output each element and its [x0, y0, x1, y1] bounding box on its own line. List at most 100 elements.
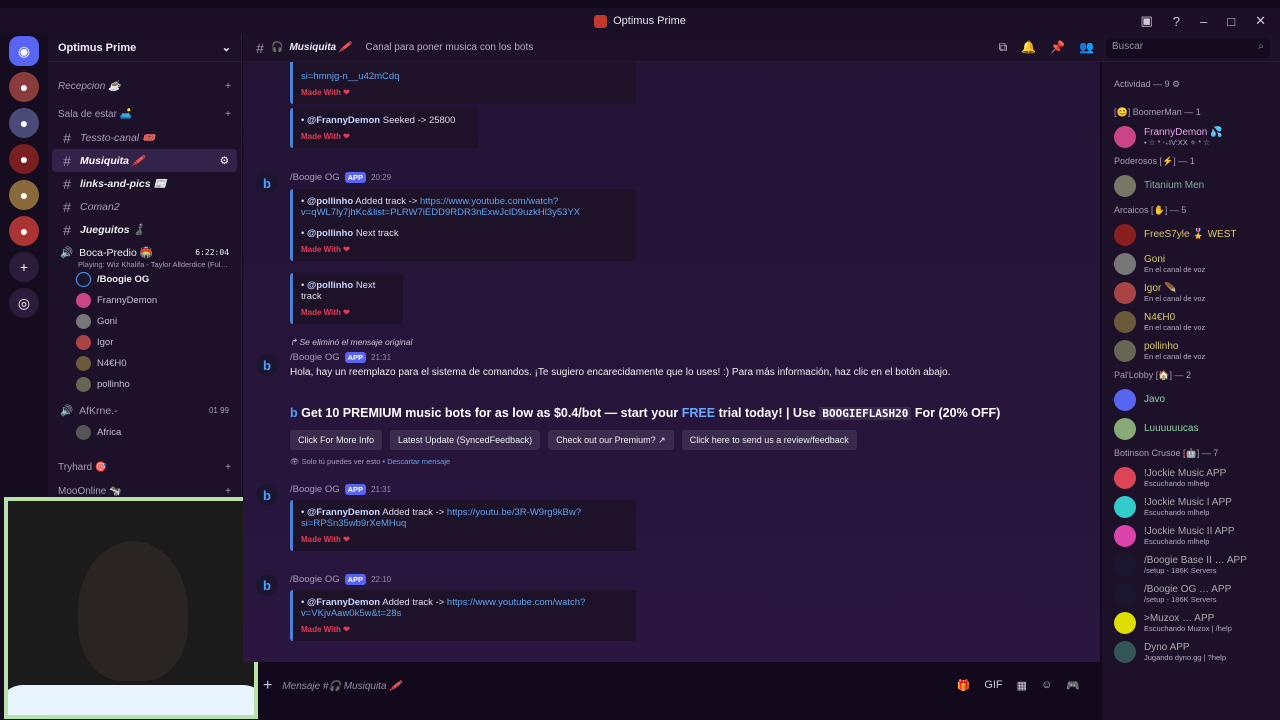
sticker-icon[interactable]: ▦ [1017, 679, 1027, 692]
app-badge: APP [344, 172, 367, 183]
avatar [76, 377, 91, 392]
voice-user[interactable]: pollinho [48, 374, 241, 395]
member-item[interactable]: N4€H0 En el canal de voz [1102, 307, 1280, 336]
member-item[interactable]: Dyno APP Jugando dyno.gg | ?help [1102, 637, 1280, 666]
member-item[interactable]: /Boogie Base II … APP/setup - 186K Serve… [1102, 550, 1280, 579]
category-recepcion[interactable]: Recepcion ☕ + [48, 74, 241, 98]
voice-user[interactable]: FrannyDemon [48, 290, 241, 311]
help-icon[interactable]: ? [1173, 14, 1180, 29]
channel-tessto[interactable]: # Tessto-canal 🎟️ [52, 126, 237, 149]
server-icon-optimus[interactable]: ● [9, 216, 39, 246]
avatar [1114, 125, 1136, 148]
member-item[interactable]: Luuuuuucas [1102, 414, 1280, 443]
inbox-icon[interactable]: ▣ [1140, 13, 1152, 29]
channel-musiquita[interactable]: # Musiquita 🖍️ ⚙ [52, 149, 237, 172]
add-icon[interactable]: + [225, 81, 231, 92]
avatar [1114, 524, 1136, 547]
bot-avatar[interactable]: b [256, 172, 278, 194]
bell-icon[interactable]: 🔔 [1021, 40, 1036, 55]
avatar [1114, 310, 1136, 333]
channel-coman2[interactable]: # Coman2 [52, 195, 237, 218]
gif-icon[interactable]: GIF [984, 679, 1002, 692]
voice-user[interactable]: Igor [48, 332, 241, 353]
hash-icon: # [256, 39, 264, 56]
feedback-button[interactable]: Click here to send us a review/feedback [681, 430, 857, 450]
member-activity-header[interactable]: Actividad — 9 ⚙ [1102, 74, 1280, 94]
bot-avatar[interactable]: b [256, 574, 278, 596]
message-author[interactable]: /Boogie OG APP 21:31 [290, 352, 391, 363]
voice-user[interactable]: Goni [48, 311, 241, 332]
headphones-icon: 🎧 [271, 42, 284, 53]
add-server-icon[interactable]: + [9, 252, 39, 282]
avatar [1114, 388, 1136, 411]
voice-activity: Playing: Wiz Khalifa - Taylor Allderdice… [78, 260, 228, 269]
message-author[interactable]: /Boogie OG APP 22:10 [290, 574, 391, 585]
member-item[interactable]: pollinho En el canal de voz [1102, 336, 1280, 365]
member-item[interactable]: >Muzox … APP Escuchando Muzox | /help [1102, 608, 1280, 637]
embed: • @pollinho Added track -> https://www.y… [290, 189, 636, 261]
channel-jueguitos[interactable]: # Jueguitos ♟️ [52, 218, 237, 241]
voice-user-name: pollinho [97, 379, 130, 390]
message-input[interactable]: Mensaje #🎧 Musiquita 🖍️ [282, 681, 401, 692]
search-input[interactable]: Buscar ⌕ [1106, 38, 1270, 58]
add-icon[interactable]: + [225, 109, 231, 120]
message-composer[interactable]: + Mensaje #🎧 Musiquita 🖍️ 🎁 GIF ▦ ☺ 🎮 [243, 666, 1100, 706]
bot-avatar[interactable]: b [256, 484, 278, 506]
members-icon[interactable]: 👥 [1079, 40, 1094, 55]
embed-link[interactable]: si=hmnjg-n__u42mCdq [301, 71, 628, 82]
server-icon[interactable]: ● [9, 144, 39, 174]
add-icon[interactable]: + [225, 462, 231, 473]
latest-update-button[interactable]: Latest Update (SyncedFeedback) [390, 430, 541, 450]
member-item[interactable]: !Jockie Music APP Escuchando mlhelp [1102, 463, 1280, 492]
webcam-person [78, 541, 188, 681]
member-item[interactable]: Goni En el canal de voz [1102, 249, 1280, 278]
app-badge: APP [344, 574, 367, 585]
channel-links[interactable]: # links-and-pics 📰 [52, 172, 237, 195]
embed: si=hmnjg-n__u42mCdq Made With ❤ [290, 62, 636, 104]
maximize-icon[interactable]: □ [1227, 14, 1235, 29]
message-author[interactable]: /Boogie OG APP 21:31 [290, 484, 391, 495]
gift-icon[interactable]: 🎁 [957, 679, 971, 692]
server-icon[interactable]: ● [9, 72, 39, 102]
bot-avatar[interactable]: b [256, 354, 278, 376]
more-info-button[interactable]: Click For More Info [290, 430, 383, 450]
add-attachment-icon[interactable]: + [263, 677, 272, 695]
ephemeral-note: 👁 Solo tú puedes ver esto • Descartar me… [290, 457, 451, 466]
activity-icon[interactable]: 🎮 [1066, 679, 1080, 692]
member-item[interactable]: Javo [1102, 385, 1280, 414]
member-item[interactable]: Igor 🪶 En el canal de voz [1102, 278, 1280, 307]
voice-user-name: Goni [97, 316, 118, 327]
category-label: Sala de estar 🛋️ [58, 108, 133, 120]
voice-user[interactable]: Africa [48, 422, 241, 443]
voice-channel-afk[interactable]: 🔊 AfKrne.- 01 99 [52, 399, 237, 422]
add-icon[interactable]: + [225, 486, 231, 497]
member-item[interactable]: !Jockie Music I APP Escuchando mlhelp [1102, 492, 1280, 521]
emoji-icon[interactable]: ☺ [1041, 679, 1052, 692]
server-icon[interactable]: ● [9, 180, 39, 210]
explore-icon[interactable]: ◎ [9, 288, 39, 318]
message-author[interactable]: /Boogie OG APP 20:29 [290, 172, 391, 183]
member-list: Actividad — 9 ⚙ [😊] BoomerMan — 1 Franny… [1102, 62, 1280, 720]
premium-button[interactable]: Check out our Premium? ↗ [548, 430, 674, 450]
minimize-icon[interactable]: – [1200, 14, 1207, 29]
member-item[interactable]: !Jockie Music II APP Escuchando mlhelp [1102, 521, 1280, 550]
category-sala[interactable]: Sala de estar 🛋️ + [48, 102, 241, 126]
pin-icon[interactable]: 📌 [1050, 40, 1065, 55]
member-item[interactable]: FreeS7yle 🎖️ WEST [1102, 220, 1280, 249]
dismiss-link[interactable]: Descartar mensaje [387, 457, 450, 466]
webcam-overlay [4, 497, 258, 719]
member-item[interactable]: /Boogie OG … APP/setup - 186K Servers [1102, 579, 1280, 608]
gear-icon[interactable]: ⚙ [220, 155, 229, 167]
voice-user[interactable]: /Boogie OG [48, 269, 241, 290]
server-icon[interactable]: ● [9, 108, 39, 138]
timestamp: 21:31 [371, 353, 392, 362]
category-tryhard[interactable]: Tryhard 🎯 + [48, 455, 241, 479]
threads-icon[interactable]: ⧉ [999, 40, 1008, 55]
voice-user[interactable]: N4€H0 [48, 353, 241, 374]
server-header[interactable]: Optimus Prime ⌄ [48, 34, 241, 62]
member-item[interactable]: Titanium Men [1102, 171, 1280, 200]
member-item[interactable]: FrannyDemon 💦 • ☆ * ‧₊IV:XX ✧ * ☆ [1102, 122, 1280, 151]
cloud-decoration [8, 685, 254, 715]
discord-home-icon[interactable]: ◉ [9, 36, 39, 66]
close-icon[interactable]: ✕ [1255, 13, 1266, 29]
